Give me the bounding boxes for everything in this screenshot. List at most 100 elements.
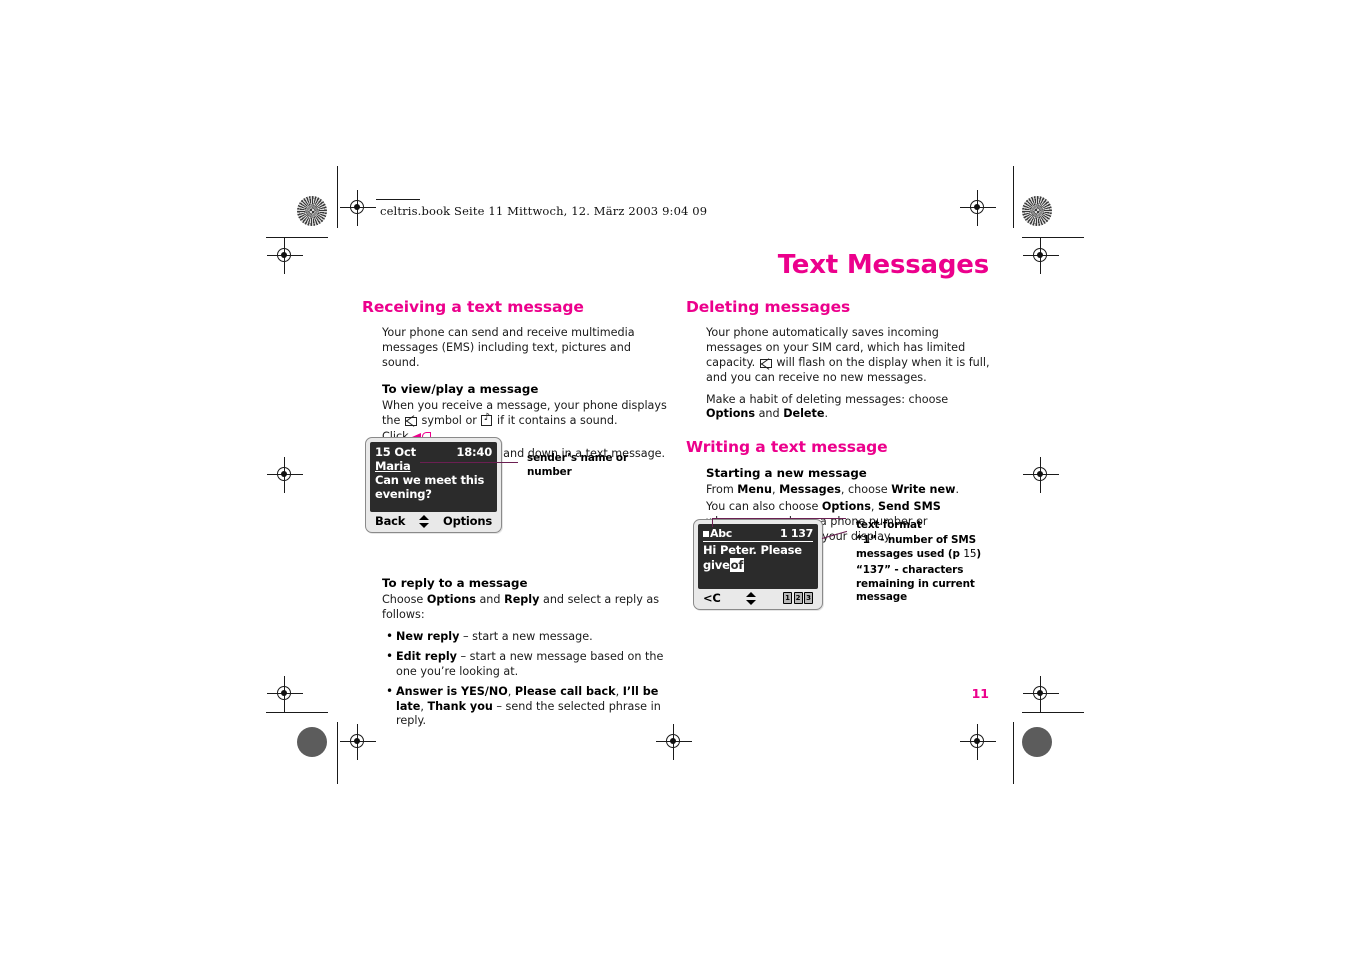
callout-chars-line2: remaining in current bbox=[856, 577, 975, 590]
reply-intro-paragraph: Choose Options and Reply and select a re… bbox=[382, 593, 667, 623]
sms-counter: 1 137 bbox=[780, 527, 813, 540]
bullet-3-bold-4: Thank you bbox=[427, 699, 493, 713]
registration-mark-right-lower bbox=[1023, 676, 1059, 712]
receiving-intro-paragraph: Your phone can send and receive multimed… bbox=[382, 326, 635, 369]
envelope-icon bbox=[404, 416, 417, 426]
callout-sender-name: sender’s name or number bbox=[527, 452, 647, 479]
starting-bold-messages: Messages bbox=[779, 483, 841, 497]
up-down-arrows-icon[interactable] bbox=[746, 591, 757, 605]
subheading-reply: To reply to a message bbox=[382, 576, 528, 591]
up-down-arrows-icon[interactable] bbox=[418, 514, 430, 528]
phone-screen-writing: Abc 1 137 Hi Peter. Please giveof bbox=[698, 524, 818, 589]
deleting-bold-delete: Delete bbox=[783, 407, 825, 421]
callout-chars-line1: “137” - characters bbox=[856, 564, 964, 576]
starting-p2-bold-send-sms: Send SMS bbox=[878, 500, 941, 514]
keypad-indicator-icons: 1 2 3 bbox=[783, 592, 813, 604]
leader-line-text-format-stem bbox=[712, 518, 714, 527]
bullet-1-bold: New reply bbox=[396, 630, 460, 644]
phone-screen-received: 15 Oct 18:40 Maria Can we meet this even… bbox=[370, 442, 497, 512]
deleting-p2-mid: and bbox=[758, 407, 780, 421]
page-number: 11 bbox=[971, 686, 989, 701]
starting-mid: , choose bbox=[840, 483, 888, 497]
moire-star-target-top-right bbox=[1022, 196, 1052, 226]
trim-line-right-vertical bbox=[1013, 166, 1015, 228]
phone-status-bar-writing: Abc 1 137 bbox=[703, 527, 813, 542]
deleting-paragraph-2: Make a habit of deleting messages: choos… bbox=[706, 393, 991, 423]
section-heading-deleting: Deleting messages bbox=[686, 298, 851, 316]
deleting-p2-post: . bbox=[824, 407, 828, 421]
phone-softkey-bar-received: Back Options bbox=[370, 512, 497, 528]
reply-bold-reply: Reply bbox=[504, 593, 540, 607]
trim-line-left-vertical-bottom bbox=[337, 722, 339, 784]
moire-star-target-top-left bbox=[297, 196, 327, 226]
leader-line-text-format bbox=[712, 518, 846, 520]
softkey-options[interactable]: Options bbox=[443, 514, 492, 528]
compose-selected-word: of bbox=[729, 558, 745, 573]
reply-options-list: New reply – start a new message. Edit re… bbox=[362, 629, 667, 729]
registration-mark-left-middle bbox=[267, 457, 303, 493]
phone-compose-line-1: Hi Peter. Please bbox=[703, 543, 802, 557]
trim-line-left-vertical bbox=[337, 166, 339, 228]
callout-page-ref: 15 bbox=[963, 547, 977, 560]
view-play-text-b: symbol or bbox=[421, 413, 477, 427]
registration-mark-top-right bbox=[960, 190, 996, 226]
callout-text-format: text format bbox=[856, 519, 1001, 533]
callout-sender-name-line2: number bbox=[527, 465, 572, 478]
section-heading-receiving: Receiving a text message bbox=[362, 298, 584, 316]
callout-sms-count-text: messages used (p bbox=[856, 547, 964, 560]
phone-display-writing-message: Abc 1 137 Hi Peter. Please giveof <C 1 2… bbox=[693, 519, 823, 610]
softkey-back[interactable]: Back bbox=[375, 514, 405, 528]
softkey-clear[interactable]: <C bbox=[703, 591, 721, 605]
trim-line-right-horizontal-bottom bbox=[1022, 712, 1084, 714]
bullet-3-bold-1: Answer is YES/NO bbox=[396, 684, 508, 698]
reply-bold-options: Options bbox=[426, 593, 476, 607]
key-3-icon: 3 bbox=[804, 592, 813, 604]
deleting-p2-pre: Make a habit of deleting messages: choos… bbox=[706, 392, 949, 406]
deleting-paragraph-1: Your phone automatically saves incoming … bbox=[706, 326, 991, 386]
registration-mark-left-lower bbox=[267, 676, 303, 712]
file-header-text: celtris.book Seite 11 Mittwoch, 12. März… bbox=[380, 204, 708, 218]
phone-date: 15 Oct bbox=[375, 445, 416, 459]
reply-mid: and bbox=[479, 593, 501, 607]
starting-p2-bold-options: Options bbox=[821, 500, 871, 514]
reply-pre: Choose bbox=[382, 593, 424, 607]
registration-mark-right-upper bbox=[1023, 238, 1059, 274]
starting-pre: From bbox=[706, 483, 734, 497]
phone-time: 18:40 bbox=[456, 445, 492, 459]
phone-compose-line-2: giveof bbox=[703, 558, 813, 573]
section-heading-writing: Writing a text message bbox=[686, 438, 888, 457]
deleting-bold-options: Options bbox=[706, 407, 756, 421]
solid-density-dot-bottom-right bbox=[1022, 727, 1052, 757]
phone-message-line-2: evening? bbox=[375, 487, 432, 502]
leader-line-sender-name bbox=[420, 462, 518, 464]
starting-p2-pre: You can also choose bbox=[706, 500, 819, 514]
view-play-text-c: if it contains a sound. bbox=[497, 413, 618, 427]
bullet-1-rest: – start a new message. bbox=[459, 630, 593, 644]
registration-mark-top-left bbox=[340, 190, 376, 226]
bullet-2-bold: Edit reply bbox=[396, 649, 457, 663]
callout-sms-count-line2: messages used (p 15) bbox=[856, 548, 1006, 562]
phone-display-received-message: 15 Oct 18:40 Maria Can we meet this even… bbox=[365, 437, 502, 533]
callout-text-format-label: text format bbox=[856, 519, 922, 531]
callout-chars-remaining: “137” - characters remaining in current … bbox=[856, 564, 1006, 605]
starting-comma: , bbox=[771, 483, 776, 497]
callout-sms-count-paren: ) bbox=[976, 547, 982, 560]
callout-sender-name-line1: sender’s name or bbox=[527, 452, 628, 464]
starting-post: . bbox=[955, 483, 960, 497]
registration-mark-right-middle bbox=[1023, 457, 1059, 493]
bullet-3-bold-2: Please call back bbox=[514, 684, 616, 698]
text-format-label: Abc bbox=[710, 527, 733, 540]
trim-line-right-horizontal-top bbox=[1022, 237, 1084, 239]
trim-line-left-horizontal-bottom bbox=[266, 712, 328, 714]
callout-sms-count-line1: “1” - number of SMS bbox=[856, 534, 976, 546]
list-item: New reply – start a new message. bbox=[386, 629, 667, 645]
starting-new-paragraph-1: From Menu, Messages, choose Write new. bbox=[706, 483, 991, 498]
input-mode-box-icon bbox=[703, 530, 709, 537]
starting-bold-write-new: Write new bbox=[891, 483, 956, 497]
registration-mark-left-upper bbox=[267, 238, 303, 274]
subheading-starting-new: Starting a new message bbox=[706, 466, 867, 481]
right-column: Deleting messages Your phone automatical… bbox=[686, 298, 991, 552]
trim-line-left-horizontal-top bbox=[266, 237, 328, 239]
trim-line-right-vertical-bottom bbox=[1013, 722, 1015, 784]
starting-bold-menu: Menu bbox=[737, 483, 772, 497]
